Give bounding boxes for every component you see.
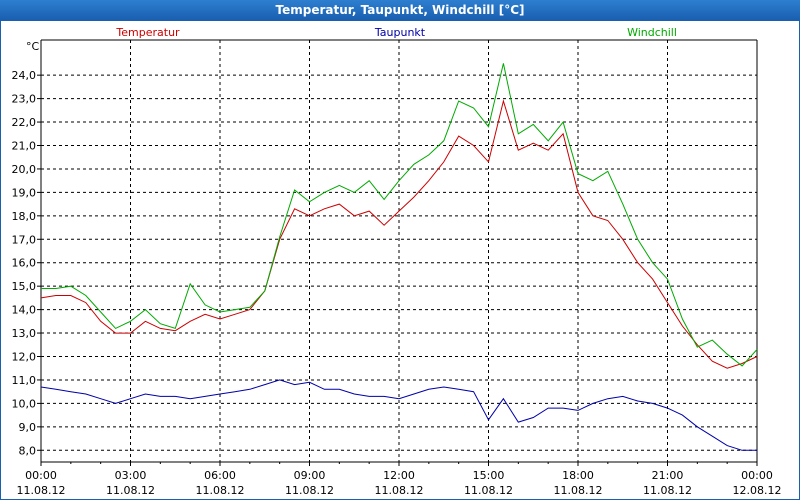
x-tick-date: 11.08.12 (643, 484, 692, 497)
x-tick-time: 03:00 (115, 469, 147, 482)
legend-taupunkt: Taupunkt (374, 26, 426, 39)
x-tick-time: 12:00 (383, 469, 415, 482)
y-tick-label: 19,0 (12, 186, 37, 199)
y-tick-label: 12,0 (12, 351, 37, 364)
y-tick-labels: 8,0 9,0 10,0 11,0 12,0 13,0 14,0 15,0 16,0 17,0 18… (12, 69, 37, 457)
x-tick-date: 11.08.12 (106, 484, 155, 497)
y-tick-label: 13,0 (12, 327, 37, 340)
y-tick-label: 24,0 (12, 69, 37, 82)
y-tick-label: 21,0 (12, 140, 37, 153)
y-tick-label: 10,0 (12, 397, 37, 410)
x-tick-date: 11.08.12 (464, 484, 513, 497)
x-tick-date: 11.08.12 (196, 484, 245, 497)
x-tick-time: 21:00 (652, 469, 684, 482)
x-tick-date: 11.08.12 (375, 484, 424, 497)
legend-temperatur: Temperatur (115, 26, 180, 39)
x-tick-time: 00:00 (25, 469, 57, 482)
x-tick-time: 18:00 (562, 469, 594, 482)
x-tick-time: 00:00 (741, 469, 773, 482)
x-tick-date: 11.08.12 (285, 484, 334, 497)
x-tick-date: 11.08.12 (554, 484, 603, 497)
y-tick-label: 14,0 (12, 304, 37, 317)
x-tick-time: 06:00 (204, 469, 236, 482)
y-tick-label: 16,0 (12, 257, 37, 270)
y-tick-label: 17,0 (12, 233, 37, 246)
axes (37, 39, 758, 466)
y-tick-label: 15,0 (12, 280, 37, 293)
y-tick-label: 20,0 (12, 163, 37, 176)
x-tick-date: 12.08.12 (733, 484, 782, 497)
y-tick-label: 22,0 (12, 116, 37, 129)
y-tick-label: 18,0 (12, 210, 37, 223)
x-tick-date: 11.08.12 (17, 484, 66, 497)
y-unit-label: °C (26, 40, 40, 53)
x-tick-time: 09:00 (294, 469, 326, 482)
line-chart: 8,0 9,0 10,0 11,0 12,0 13,0 14,0 15,0 16,0 17,0 18… (12, 26, 782, 497)
x-tick-labels: 00:00 11.08.12 03:00 11.08.12 06:00 11.08.12 0… (17, 469, 782, 497)
y-tick-label: 9,0 (19, 421, 37, 434)
legend-windchill: Windchill (627, 26, 677, 39)
y-tick-label: 8,0 (19, 444, 37, 457)
y-tick-label: 11,0 (12, 374, 37, 387)
y-tick-label: 23,0 (12, 93, 37, 106)
x-tick-time: 15:00 (473, 469, 505, 482)
